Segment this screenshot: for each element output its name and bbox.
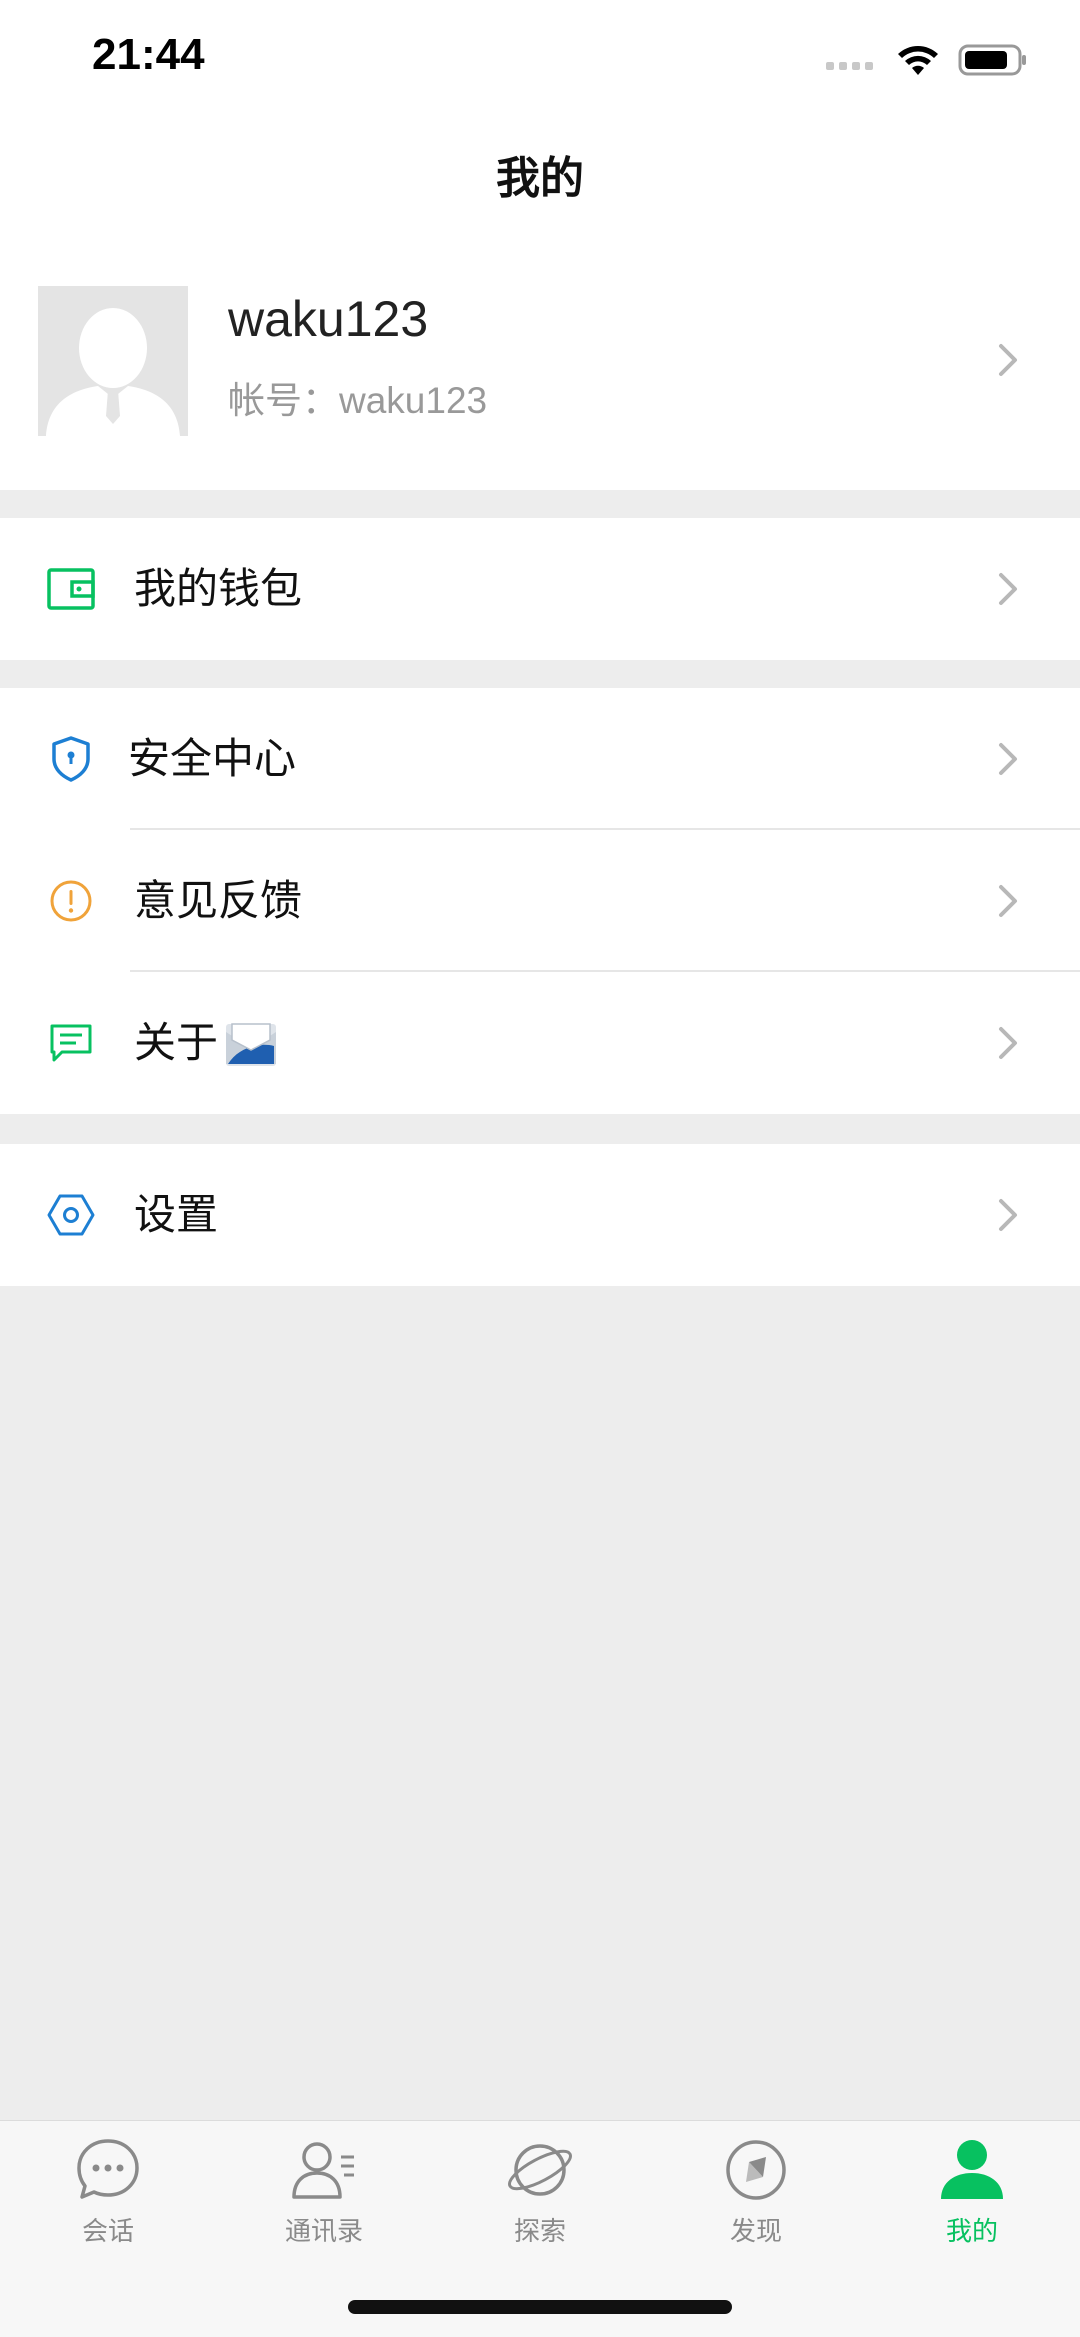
battery-icon <box>958 44 1026 76</box>
menu-item-label: 我的钱包 <box>134 564 303 613</box>
default-avatar-icon <box>38 286 188 436</box>
mail-app-logo-icon <box>226 1023 277 1066</box>
tab-label: 通讯录 <box>284 2217 363 2247</box>
menu-item-label-container: 关于 <box>134 1016 278 1070</box>
chat-bubble-icon <box>77 2139 139 2199</box>
tab-contacts[interactable]: 通讯录 <box>216 2135 432 2275</box>
contacts-icon <box>292 2142 354 2199</box>
menu-item-security[interactable]: 安全中心 <box>0 688 1080 830</box>
compass-icon <box>726 2140 786 2200</box>
tab-chats[interactable]: 会话 <box>0 2135 216 2275</box>
menu-item-wallet[interactable]: 我的钱包 <box>0 518 1080 660</box>
chevron-right-icon <box>999 573 1017 605</box>
tab-explore[interactable]: 探索 <box>432 2135 648 2275</box>
account-value: waku123 <box>339 380 488 421</box>
wallet-icon <box>42 560 100 618</box>
tab-label: 我的 <box>945 2217 998 2247</box>
chevron-right-icon <box>999 1027 1017 1059</box>
chevron-right-icon <box>999 344 1017 376</box>
menu-group-main: 安全中心 意见反馈 关于 <box>0 688 1080 1114</box>
tab-discover[interactable]: 发现 <box>648 2135 864 2275</box>
message-icon <box>42 1014 100 1072</box>
menu-item-feedback[interactable]: 意见反馈 <box>0 830 1080 972</box>
avatar[interactable] <box>38 286 188 436</box>
settings-hexagon-icon <box>42 1186 100 1244</box>
nav-bar: 我的 <box>0 120 1080 230</box>
tab-label: 发现 <box>729 2217 782 2247</box>
menu-group-wallet: 我的钱包 <box>0 518 1080 660</box>
profile-name: waku123 <box>228 291 429 347</box>
shield-icon <box>42 730 100 788</box>
tab-label: 会话 <box>81 2217 134 2247</box>
status-time: 21:44 <box>92 30 205 79</box>
wifi-icon <box>898 46 938 75</box>
warning-circle-icon <box>42 872 100 930</box>
chevron-right-icon <box>999 885 1017 917</box>
status-icons <box>826 40 1028 80</box>
home-indicator <box>348 2300 732 2314</box>
planet-icon <box>508 2144 572 2196</box>
screen: 21:44 我的 waku123 帐号：waku123 我的钱包 安全中心 意见… <box>0 0 1080 2337</box>
profile-card[interactable]: waku123 帐号：waku123 <box>0 230 1080 490</box>
tab-me[interactable]: 我的 <box>864 2135 1080 2275</box>
tab-label: 探索 <box>513 2217 566 2247</box>
status-bar: 21:44 <box>0 0 1080 120</box>
menu-item-label: 安全中心 <box>128 734 297 783</box>
menu-item-settings[interactable]: 设置 <box>0 1144 1080 1286</box>
profile-account: 帐号：waku123 <box>228 370 487 424</box>
page-title: 我的 <box>496 153 584 204</box>
menu-group-settings: 设置 <box>0 1144 1080 1286</box>
cellular-signal-icon <box>826 62 873 70</box>
menu-item-label: 关于 <box>134 1018 219 1067</box>
person-icon <box>941 2140 1003 2199</box>
menu-item-label: 意见反馈 <box>134 876 303 925</box>
chevron-right-icon <box>999 1199 1017 1231</box>
account-label: 帐号： <box>228 379 339 422</box>
menu-item-about[interactable]: 关于 <box>0 972 1080 1114</box>
chevron-right-icon <box>999 743 1017 775</box>
menu-item-label: 设置 <box>134 1190 219 1239</box>
